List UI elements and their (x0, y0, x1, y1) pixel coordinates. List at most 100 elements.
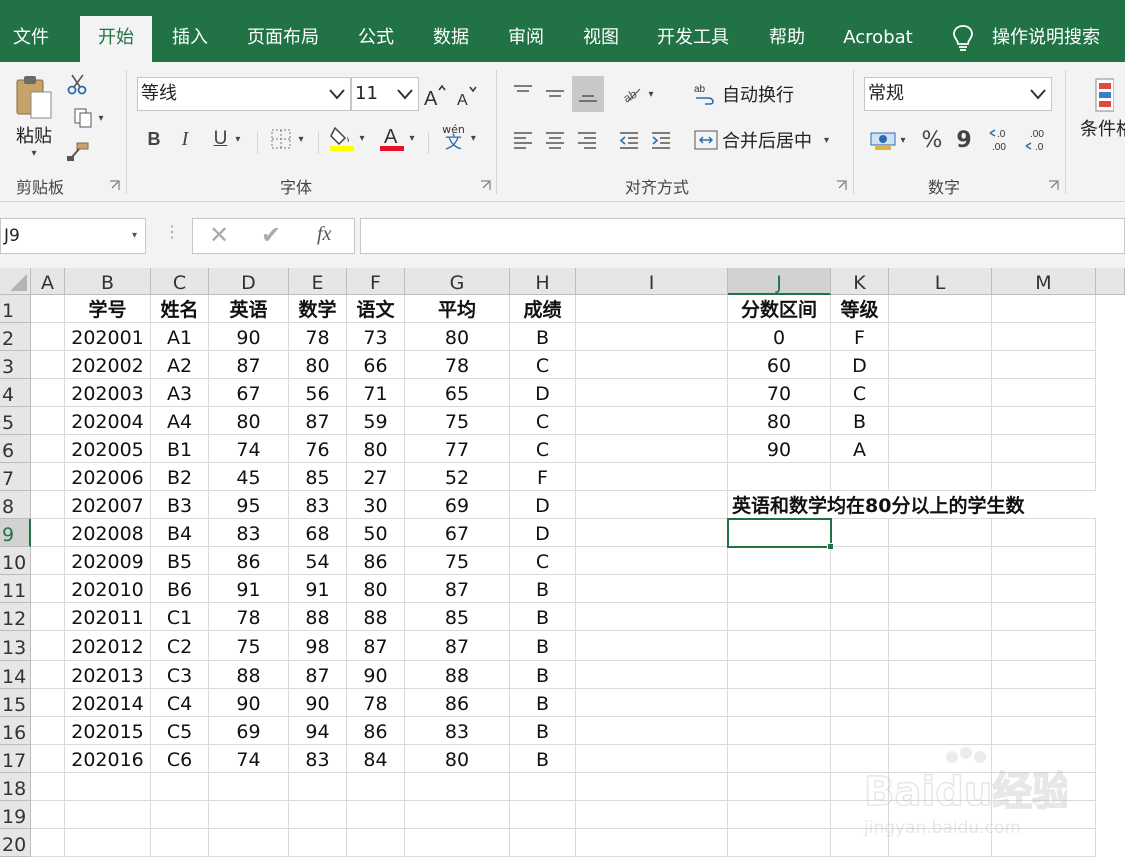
tab-insert[interactable]: 插入 (152, 0, 228, 62)
table-data-cell[interactable]: C4 (151, 689, 209, 717)
table-data-cell[interactable]: 67 (405, 519, 510, 547)
cell[interactable] (31, 661, 65, 689)
tab-help[interactable]: 帮助 (748, 0, 826, 62)
table-data-cell[interactable]: A3 (151, 379, 209, 407)
cell[interactable] (992, 295, 1096, 323)
row-header-1[interactable]: 1 (0, 295, 31, 323)
table-data-cell[interactable]: D (510, 519, 576, 547)
cell[interactable] (889, 661, 992, 689)
table-data-cell[interactable]: 86 (347, 717, 405, 745)
table-data-cell[interactable]: 27 (347, 463, 405, 491)
increase-font-size-button[interactable]: A (422, 80, 448, 110)
table-data-cell[interactable]: 75 (405, 407, 510, 435)
table-data-cell[interactable]: 52 (405, 463, 510, 491)
cell[interactable] (728, 603, 831, 631)
table-data-cell[interactable]: 74 (209, 745, 289, 773)
table-data-cell[interactable]: 87 (289, 407, 347, 435)
cell[interactable] (889, 435, 992, 463)
column-header-f[interactable]: F (347, 268, 405, 295)
table-data-cell[interactable]: 202016 (65, 745, 151, 773)
table-data-cell[interactable]: 59 (347, 407, 405, 435)
cell[interactable] (576, 717, 728, 745)
cell[interactable] (576, 407, 728, 435)
cell[interactable] (576, 801, 728, 829)
table-data-cell[interactable]: 87 (347, 631, 405, 661)
table-data-cell[interactable]: 83 (405, 717, 510, 745)
table-data-cell[interactable]: 69 (209, 717, 289, 745)
cell[interactable] (831, 463, 889, 491)
grade-data-cell[interactable]: A (831, 435, 889, 463)
underline-button[interactable]: U ▾ (204, 124, 250, 154)
table-data-cell[interactable]: D (510, 491, 576, 519)
table-data-cell[interactable]: 80 (209, 407, 289, 435)
phonetic-button[interactable]: wén 文 ▾ (434, 120, 484, 156)
grade-data-cell[interactable]: C (831, 379, 889, 407)
table-data-cell[interactable]: B (510, 575, 576, 603)
tab-review[interactable]: 审阅 (488, 0, 564, 62)
table-data-cell[interactable]: 202006 (65, 463, 151, 491)
table-data-cell[interactable]: 202001 (65, 323, 151, 351)
row-header-19[interactable]: 19 (0, 801, 31, 829)
cell[interactable] (992, 547, 1096, 575)
table-data-cell[interactable]: A4 (151, 407, 209, 435)
cell[interactable] (728, 773, 831, 801)
table-data-cell[interactable]: 202008 (65, 519, 151, 547)
cell[interactable] (576, 519, 728, 547)
cell[interactable] (728, 801, 831, 829)
row-header-2[interactable]: 2 (0, 323, 31, 351)
tab-acrobat[interactable]: Acrobat (826, 0, 930, 62)
cell[interactable] (510, 773, 576, 801)
increase-indent-button[interactable] (646, 124, 676, 156)
select-all-button[interactable] (0, 268, 31, 295)
cell[interactable] (889, 351, 992, 379)
table-data-cell[interactable]: 88 (209, 661, 289, 689)
wrap-text-button[interactable]: ab 自动换行 (694, 78, 824, 110)
decrease-font-size-button[interactable]: A (454, 80, 480, 110)
cell[interactable] (576, 745, 728, 773)
tab-developer[interactable]: 开发工具 (638, 0, 748, 62)
borders-button[interactable]: ▾ (264, 124, 310, 154)
table-data-cell[interactable]: 87 (405, 575, 510, 603)
table-data-cell[interactable]: 94 (289, 717, 347, 745)
cell[interactable] (405, 801, 510, 829)
table-data-cell[interactable]: 80 (347, 575, 405, 603)
dialog-launcher-icon[interactable] (1048, 180, 1059, 191)
cell[interactable] (31, 717, 65, 745)
table-data-cell[interactable]: B (510, 631, 576, 661)
cell[interactable] (65, 801, 151, 829)
table-data-cell[interactable]: 87 (405, 631, 510, 661)
table-data-cell[interactable]: B (510, 689, 576, 717)
cell[interactable] (992, 351, 1096, 379)
table-data-cell[interactable]: 80 (405, 323, 510, 351)
cell[interactable] (576, 491, 728, 519)
dialog-launcher-icon[interactable] (836, 180, 847, 191)
cancel-icon[interactable]: ✕ (209, 221, 229, 249)
table-data-cell[interactable]: B6 (151, 575, 209, 603)
table-data-cell[interactable]: C3 (151, 661, 209, 689)
formula-input[interactable] (360, 218, 1125, 254)
table-data-cell[interactable]: 54 (289, 547, 347, 575)
format-painter-button[interactable] (64, 138, 92, 166)
table-data-cell[interactable]: 202013 (65, 661, 151, 689)
cell[interactable] (31, 603, 65, 631)
table-data-cell[interactable]: 77 (405, 435, 510, 463)
table-data-cell[interactable]: 85 (289, 463, 347, 491)
table-data-cell[interactable]: 68 (289, 519, 347, 547)
cell[interactable] (347, 829, 405, 857)
merge-center-button[interactable]: 合并后居中 ▾ (694, 124, 844, 156)
cell[interactable] (151, 801, 209, 829)
row-header-7[interactable]: 7 (0, 463, 31, 491)
cell[interactable] (576, 435, 728, 463)
column-header-h[interactable]: H (510, 268, 576, 295)
table-data-cell[interactable]: B (510, 745, 576, 773)
italic-button[interactable]: I (174, 124, 196, 154)
table-data-cell[interactable]: 56 (289, 379, 347, 407)
table-data-cell[interactable]: 91 (209, 575, 289, 603)
cell[interactable] (728, 717, 831, 745)
row-header-8[interactable]: 8 (0, 491, 31, 519)
table-data-cell[interactable]: 65 (405, 379, 510, 407)
cell[interactable] (576, 575, 728, 603)
table-data-cell[interactable]: 88 (405, 661, 510, 689)
cell[interactable] (889, 379, 992, 407)
row-header-20[interactable]: 20 (0, 829, 31, 857)
